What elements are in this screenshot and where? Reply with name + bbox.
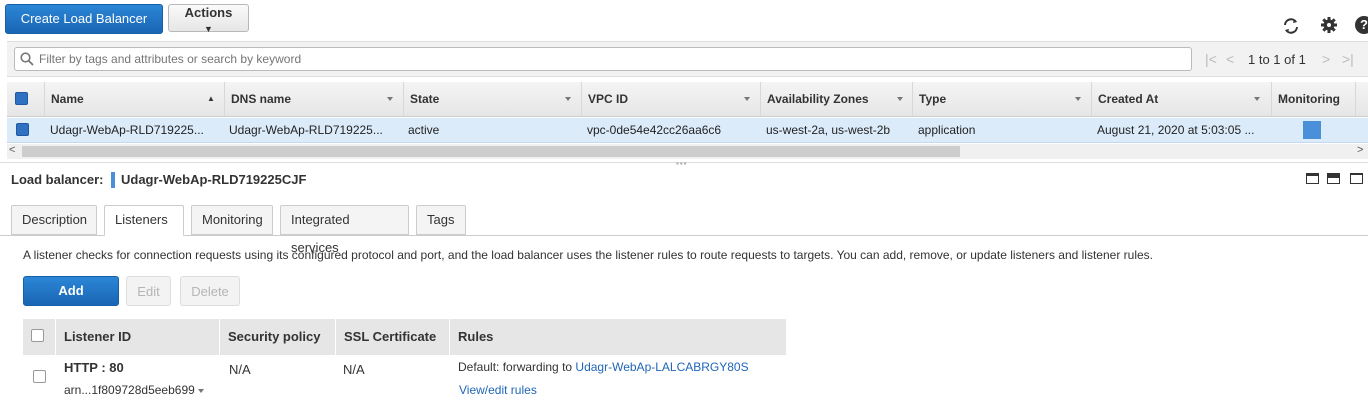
cell-dns: Udagr-WebAp-RLD719225... — [229, 123, 383, 137]
default-label: Default: — [458, 360, 500, 374]
gear-icon[interactable] — [1320, 16, 1338, 37]
listener-policy: N/A — [229, 362, 251, 377]
cell-type: application — [918, 123, 976, 137]
layout-bottom-icon[interactable] — [1306, 173, 1319, 184]
layout-split-icon[interactable] — [1327, 173, 1340, 184]
col-created-label: Created At — [1098, 92, 1159, 106]
col-state[interactable]: State — [404, 82, 582, 116]
listener-select-all-cell — [23, 319, 56, 355]
scrollbar-thumb[interactable] — [22, 146, 960, 157]
pager-text: 1 to 1 of 1 — [1248, 52, 1306, 67]
view-edit-rules-link[interactable]: View/edit rules — [459, 383, 537, 397]
listener-col-cert: SSL Certificate — [336, 319, 450, 355]
listener-id: HTTP : 80 — [64, 360, 124, 375]
listener-row-checkbox[interactable] — [33, 370, 46, 383]
col-availability-zones[interactable]: Availability Zones — [761, 82, 913, 116]
listener-default-rule: Default: forwarding to Udagr-WebAp-LALCA… — [458, 360, 749, 374]
selected-marker — [111, 172, 115, 188]
resize-handle-icon[interactable]: ▪▪▪ — [676, 159, 688, 168]
select-all-cell — [7, 82, 45, 116]
layout-full-icon[interactable] — [1350, 173, 1363, 184]
listener-table-header: Listener ID Security policy SSL Certific… — [23, 319, 786, 355]
tab-bar: Description Listeners Monitoring Integra… — [0, 205, 1368, 255]
tab-divider — [0, 235, 1368, 236]
col-name-label: Name — [51, 92, 84, 106]
listener-arn[interactable]: arn...1f809728d5eeb699 — [64, 383, 205, 397]
cell-name: Udagr-WebAp-RLD719225... — [50, 123, 204, 137]
monitoring-chart-icon[interactable] — [1303, 121, 1321, 139]
help-icon[interactable]: ? — [1355, 16, 1368, 34]
search-input[interactable] — [14, 47, 1192, 71]
col-state-label: State — [410, 92, 440, 106]
last-page-icon[interactable]: >| — [1342, 51, 1354, 67]
listener-cert: N/A — [343, 362, 365, 377]
chevron-down-icon — [744, 97, 750, 101]
chevron-down-icon — [897, 97, 903, 101]
tab-listeners[interactable]: Listeners — [104, 205, 184, 235]
chevron-down-icon — [387, 97, 393, 101]
col-vpc-label: VPC ID — [588, 92, 629, 106]
detail-heading: Load balancer: — [11, 172, 103, 187]
listener-col-rules: Rules — [458, 329, 494, 344]
horizontal-scrollbar[interactable]: < > — [7, 144, 1368, 159]
target-group-link[interactable]: Udagr-WebAp-LALCABRGY80S — [575, 360, 748, 374]
tab-monitoring[interactable]: Monitoring — [191, 205, 273, 235]
col-zones-label: Availability Zones — [767, 92, 869, 106]
listener-col-id: Listener ID — [56, 319, 220, 355]
table-row[interactable]: Udagr-WebAp-RLD719225... Udagr-WebAp-RLD… — [7, 118, 1368, 143]
chevron-down-icon — [565, 97, 571, 101]
sort-up-icon: ▲ — [207, 94, 215, 103]
search-icon — [20, 52, 34, 69]
col-name[interactable]: Name ▲ — [45, 82, 225, 116]
first-page-icon[interactable]: |< — [1205, 51, 1217, 67]
listener-row: HTTP : 80 arn...1f809728d5eeb699 N/A N/A… — [23, 355, 786, 402]
tab-integrated-services[interactable]: Integrated services — [280, 205, 409, 255]
table-header: Name ▲ DNS name State VPC ID Availabilit… — [7, 82, 1368, 117]
col-dns-name[interactable]: DNS name — [225, 82, 404, 116]
detail-label: Load balancer: — [11, 172, 104, 187]
col-type[interactable]: Type — [913, 82, 1092, 116]
col-type-label: Type — [919, 92, 947, 106]
active-tab-gap — [105, 235, 183, 236]
row-checkbox-cell — [16, 118, 36, 142]
next-page-icon[interactable]: > — [1322, 51, 1330, 67]
col-created-at[interactable]: Created At — [1092, 82, 1272, 116]
refresh-icon[interactable] — [1281, 16, 1301, 39]
cell-created-at: August 21, 2020 at 5:03:05 ... — [1097, 123, 1255, 137]
listener-col-policy: Security policy — [220, 319, 336, 355]
chevron-down-icon — [1075, 97, 1081, 101]
col-monitoring[interactable]: Monitoring — [1272, 82, 1356, 116]
chevron-down-icon — [1254, 97, 1260, 101]
col-monitoring-label: Monitoring — [1278, 92, 1340, 106]
detail-name: Udagr-WebAp-RLD719225CJF — [121, 172, 307, 187]
scroll-right-icon[interactable]: > — [1357, 144, 1363, 156]
cell-vpc-id: vpc-0de54e42cc26aa6c6 — [587, 123, 722, 137]
chevron-down-icon: ▼ — [204, 24, 213, 34]
cell-state: active — [408, 123, 440, 137]
tab-description[interactable]: Description — [11, 205, 97, 235]
forwarding-label: forwarding to — [502, 360, 573, 374]
col-dns-label: DNS name — [231, 92, 292, 106]
edit-button[interactable]: Edit — [126, 276, 171, 306]
prev-page-icon[interactable]: < — [1226, 51, 1234, 67]
cell-zones: us-west-2a, us-west-2b — [766, 123, 891, 137]
listener-select-all-checkbox[interactable] — [31, 329, 44, 342]
delete-button[interactable]: Delete — [180, 276, 240, 306]
actions-button[interactable]: Actions ▼ — [168, 4, 249, 34]
add-listener-button[interactable]: Add listener — [23, 276, 119, 326]
listeners-intro: A listener checks for connection request… — [23, 248, 1153, 262]
select-all-checkbox[interactable] — [15, 92, 28, 105]
row-checkbox[interactable] — [16, 123, 29, 136]
create-load-balancer-button[interactable]: Create Load Balancer — [5, 4, 163, 34]
chevron-down-icon — [198, 388, 205, 393]
scroll-left-icon[interactable]: < — [9, 144, 15, 156]
col-vpc-id[interactable]: VPC ID — [582, 82, 761, 116]
actions-label: Actions — [184, 5, 233, 20]
listener-arn-text: arn...1f809728d5eeb699 — [64, 383, 195, 397]
tab-tags[interactable]: Tags — [416, 205, 466, 235]
